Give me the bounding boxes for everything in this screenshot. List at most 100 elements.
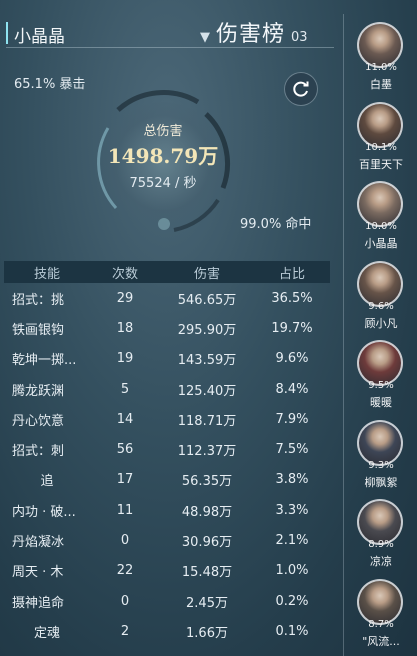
hit-count: 0	[120, 533, 130, 549]
damage-share: 1.0%	[275, 563, 309, 579]
player-name: 白墨	[370, 78, 392, 91]
table-row: 铁画银钩 18 295.90万 19.7%	[4, 313, 330, 343]
damage-value: 112.37万	[177, 444, 237, 460]
player-damage-share: 9.6%	[368, 300, 394, 312]
header-divider	[6, 47, 334, 48]
player-item[interactable]: 11.0% 白墨	[350, 20, 414, 100]
player-damage-share: 10.0%	[365, 221, 397, 232]
player-damage-share: 11.0%	[365, 62, 397, 73]
player-ranking-list: 11.0% 白墨 10.1% 百里天下 10.0% 小晶晶 9.6% 顾小凡 9.5% 暖暖 9.3…	[350, 20, 414, 656]
damage-share: 0.2%	[275, 593, 309, 609]
table-row: 腾龙跃渊 5 125.40万 8.4%	[4, 374, 330, 404]
damage-value: 56.35万	[181, 474, 233, 490]
player-item[interactable]: 8.9% 凉凉	[350, 497, 414, 577]
hit-rate: 99.0% 命中	[240, 217, 312, 232]
crit-rate: 65.1% 暴击	[14, 77, 86, 92]
table-row: 周天 · 木 22 15.48万 1.0%	[4, 556, 330, 586]
damage-value: 15.48万	[181, 565, 233, 581]
player-name: "风流...	[362, 634, 400, 648]
hit-count: 19	[116, 351, 134, 367]
damage-share: 19.7%	[271, 320, 313, 336]
refresh-button[interactable]	[284, 72, 318, 106]
skill-name: 铁画银钩	[12, 322, 65, 338]
player-item[interactable]: 10.0% 小晶晶	[350, 179, 414, 259]
page-number: 03	[291, 30, 308, 45]
damage-value: 295.90万	[177, 322, 237, 338]
skill-name: 腾龙跃渊	[12, 383, 65, 399]
hit-count: 14	[116, 411, 134, 427]
table-row: 招式：刺 56 112.37万 7.5%	[4, 434, 330, 464]
player-damage-share: 8.9%	[368, 539, 394, 550]
damage-value: 2.45万	[186, 595, 228, 611]
skill-name: 丹焰凝冰	[12, 535, 65, 551]
hit-count: 5	[120, 381, 130, 397]
damage-value: 48.98万	[181, 504, 233, 520]
table-row: 丹焰凝冰 0 30.96万 2.1%	[4, 525, 330, 555]
damage-ranking-panel: 小晶晶 ▼ 伤害榜 03 65.1% 暴击 总伤害 1498.79万 75524…	[0, 0, 417, 656]
hit-count: 17	[116, 472, 134, 488]
player-damage-share: 9.5%	[368, 380, 394, 391]
damage-value: 125.40万	[177, 383, 237, 399]
damage-value: 1.66万	[186, 625, 228, 641]
damage-value: 546.65万	[177, 292, 237, 308]
table-row: 追 17 56.35万 3.8%	[4, 465, 330, 495]
rank-selector[interactable]: ▼ 伤害榜 03	[200, 16, 308, 48]
damage-share: 0.1%	[275, 623, 309, 639]
skill-name: 乾坤一掷...	[12, 353, 77, 369]
table-header: 技能 次数 伤害 占比	[4, 261, 330, 283]
player-name: 小晶晶	[14, 27, 65, 47]
skill-name: 丹心饮意	[12, 413, 65, 429]
player-name: 小晶晶	[364, 237, 398, 250]
damage-share: 3.8%	[275, 472, 309, 488]
damage-share: 8.4%	[275, 381, 309, 397]
skill-name: 定魂	[33, 625, 60, 641]
header-accent-bar	[6, 22, 8, 44]
player-item[interactable]: 8.7% "风流...	[350, 577, 414, 656]
player-name: 暖暖	[370, 396, 392, 409]
table-row: 内功 · 破... 11 48.98万 3.3%	[4, 495, 330, 525]
skill-name: 招式：刺	[12, 444, 65, 460]
header-skill: 技能	[33, 266, 60, 282]
player-item[interactable]: 9.5% 暖暖	[350, 338, 414, 418]
skill-damage-table: 技能 次数 伤害 占比 招式：挑 29 546.65万 36.5% 铁画银钩 18 295…	[4, 261, 330, 647]
player-item[interactable]: 9.3% 柳飘絮	[350, 418, 414, 498]
damage-share: 2.1%	[275, 533, 309, 549]
table-row: 乾坤一掷... 19 143.59万 9.6%	[4, 344, 330, 374]
damage-value: 118.71万	[177, 413, 237, 429]
header-damage: 伤害	[193, 266, 220, 282]
damage-share: 7.9%	[275, 411, 309, 427]
player-item[interactable]: 9.6% 顾小凡	[350, 259, 414, 339]
total-damage-value: 1498.79万	[107, 144, 219, 168]
damage-share: 9.6%	[275, 351, 309, 367]
hit-count: 2	[120, 623, 130, 639]
player-damage-share: 9.3%	[368, 459, 394, 471]
header-count: 次数	[111, 266, 138, 282]
table-row: 定魂 2 1.66万 0.1%	[4, 616, 330, 646]
refresh-icon	[293, 81, 309, 97]
skill-name: 追	[40, 474, 54, 490]
player-name: 凉凉	[370, 555, 392, 568]
hit-count: 56	[116, 442, 134, 458]
player-damage-share: 10.1%	[365, 141, 397, 153]
player-item[interactable]: 10.1% 百里天下	[350, 100, 414, 180]
total-damage-label: 总伤害	[143, 124, 183, 139]
player-name: 柳飘絮	[364, 475, 398, 489]
skill-name: 招式：挑	[12, 292, 65, 308]
hit-count: 18	[116, 320, 134, 336]
player-name: 百里天下	[359, 157, 403, 171]
skill-name: 内功 · 破...	[12, 504, 76, 520]
hit-count: 22	[116, 563, 134, 579]
hit-count: 11	[116, 502, 134, 518]
damage-share: 36.5%	[271, 290, 313, 306]
table-row: 摄神追命 0 2.45万 0.2%	[4, 586, 330, 616]
column-divider	[343, 14, 344, 656]
hit-count: 0	[120, 593, 130, 609]
damage-value: 30.96万	[181, 535, 233, 551]
header-share: 占比	[278, 266, 305, 282]
damage-per-second: 75524 / 秒	[129, 176, 197, 191]
damage-share: 3.3%	[275, 502, 309, 518]
skill-name: 摄神追命	[12, 595, 65, 611]
rank-title: 伤害榜	[216, 22, 286, 47]
chevron-down-icon: ▼	[200, 30, 210, 45]
player-damage-share: 8.7%	[368, 618, 394, 630]
